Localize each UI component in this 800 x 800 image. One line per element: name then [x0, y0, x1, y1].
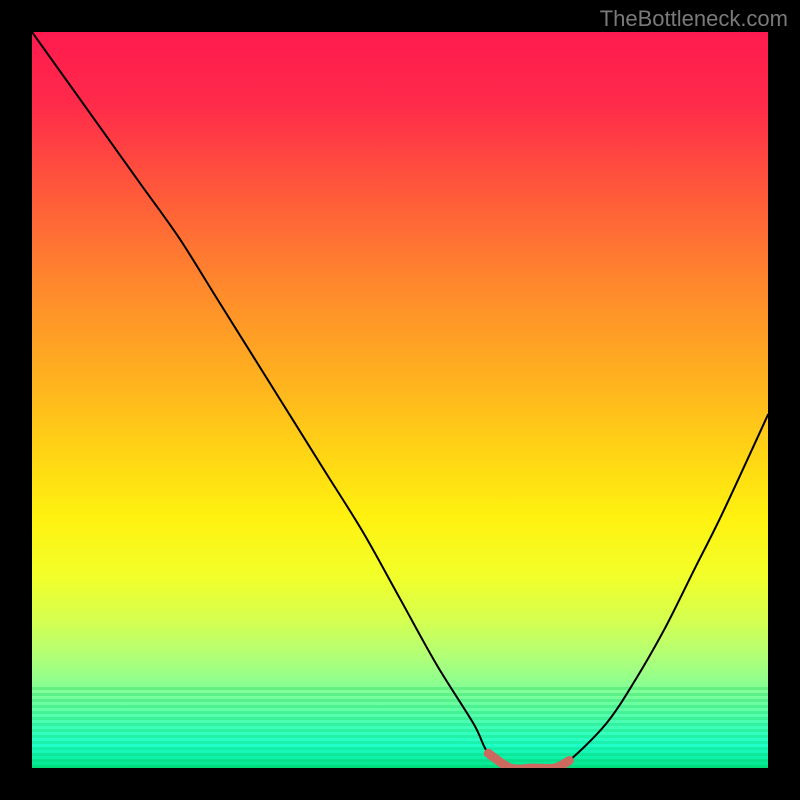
bottleneck-curve-path	[32, 32, 768, 768]
chart-plot-area	[32, 32, 768, 768]
chart-svg	[32, 32, 768, 768]
watermark-text: TheBottleneck.com	[600, 6, 788, 32]
flat-segment-highlight-path	[488, 753, 569, 768]
